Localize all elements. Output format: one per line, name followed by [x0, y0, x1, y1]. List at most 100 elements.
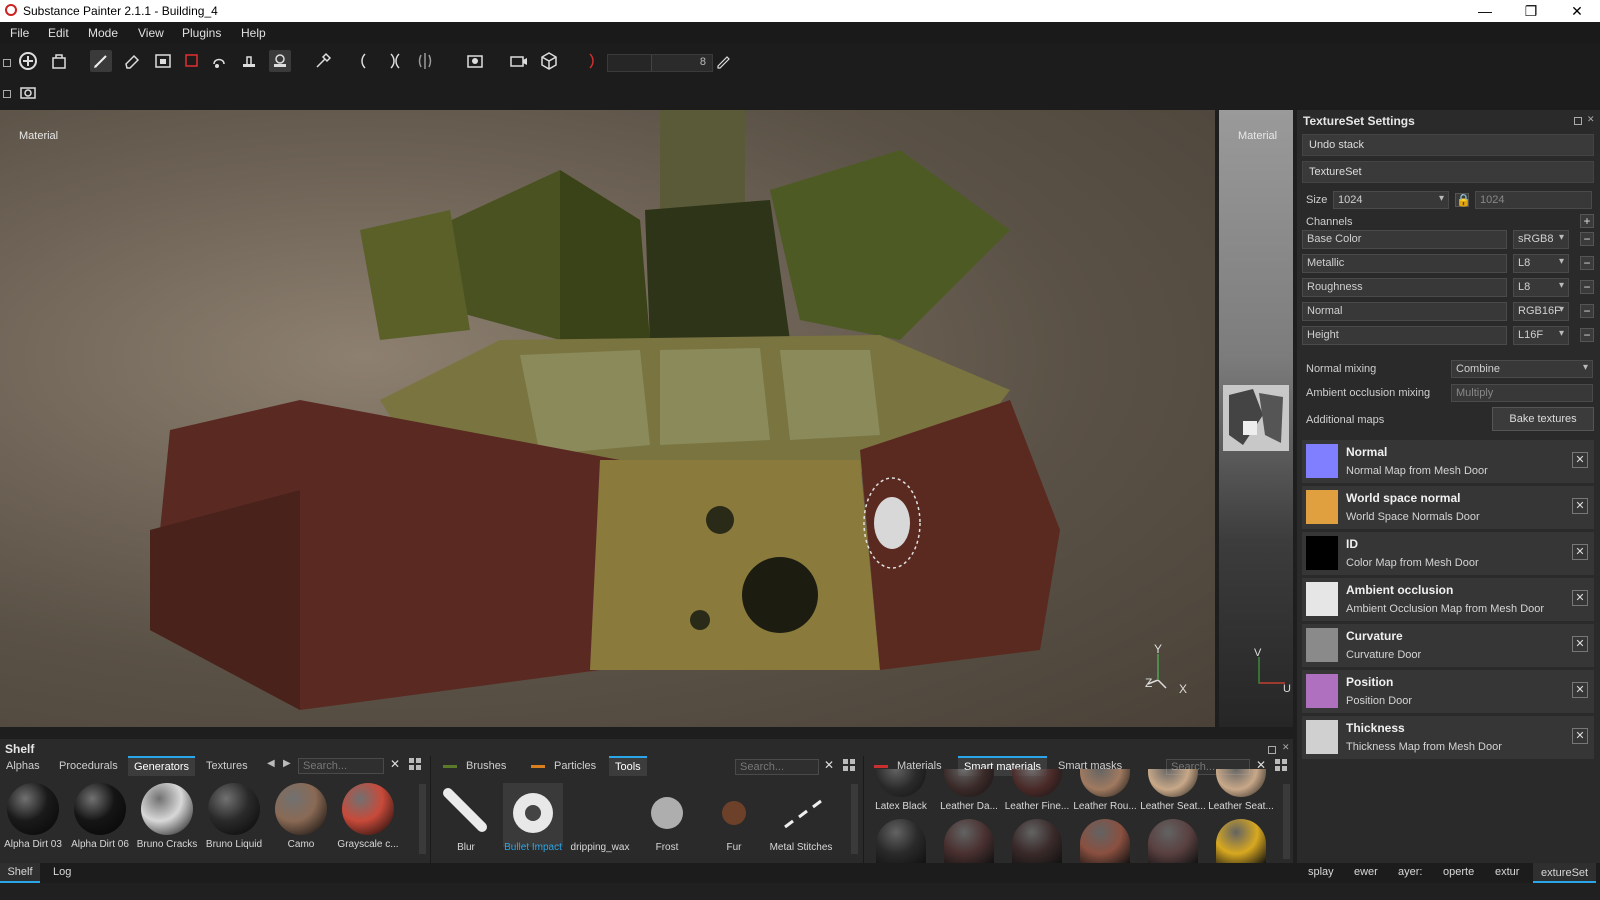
dock-icon[interactable] — [3, 89, 11, 98]
shelf-generator-item[interactable] — [208, 783, 260, 835]
undo-stack-section[interactable]: Undo stack — [1302, 134, 1594, 156]
additional-map-item[interactable]: Position Position Door ✕ — [1302, 670, 1594, 713]
channel-row[interactable]: Base Color — [1302, 230, 1507, 249]
channel-row[interactable]: Metallic — [1302, 254, 1507, 273]
menu-mode[interactable]: Mode — [88, 26, 118, 40]
render-view-icon[interactable] — [508, 50, 530, 72]
smart-material-item[interactable] — [876, 819, 926, 863]
remove-map-icon[interactable]: ✕ — [1572, 682, 1588, 698]
screenshot-camera-icon[interactable] — [17, 81, 39, 103]
right-panel-tab[interactable]: operte — [1443, 866, 1474, 878]
grid-view-icon[interactable] — [1275, 759, 1288, 772]
menu-help[interactable]: Help — [241, 26, 266, 40]
remove-channel-button[interactable]: − — [1580, 256, 1594, 270]
right-panel-tab[interactable]: extureSet — [1533, 863, 1597, 883]
additional-map-item[interactable]: World space normal World Space Normals D… — [1302, 486, 1594, 529]
projection-icon[interactable] — [48, 50, 70, 72]
right-panel-tab[interactable]: splay — [1308, 866, 1334, 878]
smart-material-item[interactable] — [1148, 819, 1198, 863]
projection-tool-icon[interactable] — [152, 50, 174, 72]
smart-material-item[interactable] — [1012, 769, 1062, 797]
shelf-generator-item[interactable] — [7, 783, 59, 835]
shelf-tool-item[interactable] — [637, 783, 697, 847]
channel-format-dropdown[interactable]: L8 — [1513, 254, 1569, 273]
right-panel-tab[interactable]: extur — [1495, 866, 1519, 878]
smart-material-item[interactable] — [1216, 769, 1266, 797]
grid-view-icon[interactable] — [843, 759, 856, 772]
symmetry-axis-icon[interactable] — [414, 50, 436, 72]
menu-plugins[interactable]: Plugins — [182, 26, 221, 40]
shelf-left-search-input[interactable]: Search... — [298, 758, 384, 774]
additional-map-item[interactable]: ID Color Map from Mesh Door ✕ — [1302, 532, 1594, 575]
channel-format-dropdown[interactable]: RGB16F — [1513, 302, 1569, 321]
remove-map-icon[interactable]: ✕ — [1572, 544, 1588, 560]
substance-logo-icon[interactable] — [17, 50, 39, 72]
float-panel-icon[interactable] — [1574, 116, 1582, 125]
color-picker-icon[interactable] — [312, 50, 334, 72]
clear-search-icon[interactable]: ✕ — [824, 758, 834, 772]
smart-material-item[interactable] — [944, 769, 994, 797]
tab-log[interactable]: Log — [53, 866, 71, 878]
polygon-fill-icon[interactable] — [181, 50, 203, 72]
normal-mixing-dropdown[interactable]: Combine — [1451, 360, 1593, 378]
smart-material-item[interactable] — [944, 819, 994, 863]
channel-format-dropdown[interactable]: L8 — [1513, 278, 1569, 297]
shelf-tool-item[interactable] — [503, 783, 563, 847]
maximize-button[interactable]: ❐ — [1508, 0, 1554, 22]
symmetry-mirror-icon[interactable] — [384, 50, 406, 72]
right-scrollbar[interactable] — [1283, 784, 1290, 859]
channel-format-dropdown[interactable]: L16F — [1513, 326, 1569, 345]
float-shelf-icon[interactable] — [1268, 745, 1276, 754]
smudge-icon[interactable] — [208, 50, 230, 72]
menu-view[interactable]: View — [138, 26, 164, 40]
close-shelf-icon[interactable]: ✕ — [1282, 743, 1290, 752]
3d-viewport[interactable]: Material Y Z X — [0, 110, 1215, 727]
remove-map-icon[interactable]: ✕ — [1572, 636, 1588, 652]
additional-map-item[interactable]: Normal Normal Map from Mesh Door ✕ — [1302, 440, 1594, 483]
tab-textures[interactable]: Textures — [200, 756, 254, 776]
remove-channel-button[interactable]: − — [1580, 328, 1594, 342]
eraser-icon[interactable] — [121, 50, 143, 72]
bake-textures-button[interactable]: Bake textures — [1492, 407, 1594, 431]
tab-particles[interactable]: Particles — [525, 756, 602, 776]
grid-view-icon[interactable] — [409, 758, 422, 771]
clone-stamp-icon[interactable] — [238, 50, 260, 72]
remove-map-icon[interactable]: ✕ — [1572, 728, 1588, 744]
smart-material-item[interactable] — [1216, 819, 1266, 863]
channel-row[interactable]: Normal — [1302, 302, 1507, 321]
smart-material-item[interactable] — [1080, 769, 1130, 797]
add-channel-button[interactable]: + — [1580, 214, 1594, 228]
remove-channel-button[interactable]: − — [1580, 304, 1594, 318]
ao-mixing-dropdown[interactable]: Multiply — [1451, 384, 1593, 402]
tab-procedurals[interactable]: Procedurals — [53, 756, 124, 776]
shelf-tool-item[interactable] — [704, 783, 764, 847]
channel-row[interactable]: Roughness — [1302, 278, 1507, 297]
right-panel-tab[interactable]: ayer: — [1398, 866, 1422, 878]
remove-channel-button[interactable]: − — [1580, 280, 1594, 294]
remove-map-icon[interactable]: ✕ — [1572, 590, 1588, 606]
shelf-generator-item[interactable] — [141, 783, 193, 835]
close-panel-icon[interactable]: ✕ — [1587, 115, 1595, 124]
menu-file[interactable]: File — [10, 26, 29, 40]
brush-size-slider[interactable]: 8 — [607, 54, 713, 72]
cube-icon[interactable] — [538, 50, 560, 72]
smart-material-item[interactable] — [1012, 819, 1062, 863]
shelf-tool-item[interactable] — [771, 783, 831, 847]
shelf-mid-search-input[interactable]: Search... — [735, 759, 819, 775]
tab-brushes[interactable]: Brushes — [437, 756, 512, 776]
additional-map-item[interactable]: Thickness Thickness Map from Mesh Door ✕ — [1302, 716, 1594, 759]
close-button[interactable]: ✕ — [1554, 0, 1600, 22]
channel-format-dropdown[interactable]: sRGB8 — [1513, 230, 1569, 249]
additional-map-item[interactable]: Ambient occlusion Ambient Occlusion Map … — [1302, 578, 1594, 621]
tab-alphas[interactable]: Alphas — [0, 756, 46, 776]
tab-shelf[interactable]: Shelf — [0, 863, 40, 883]
shelf-generator-item[interactable] — [342, 783, 394, 835]
left-scrollbar[interactable] — [419, 784, 426, 854]
lasso-icon[interactable] — [582, 50, 604, 72]
2d-uv-viewport[interactable]: Material V U — [1219, 110, 1293, 727]
tab-prev-arrow-icon[interactable]: ◀ — [267, 758, 275, 769]
smart-material-item[interactable] — [1148, 769, 1198, 797]
smart-material-item[interactable] — [1080, 819, 1130, 863]
dock-icon[interactable] — [3, 58, 11, 67]
paint-brush-icon[interactable] — [90, 50, 112, 72]
